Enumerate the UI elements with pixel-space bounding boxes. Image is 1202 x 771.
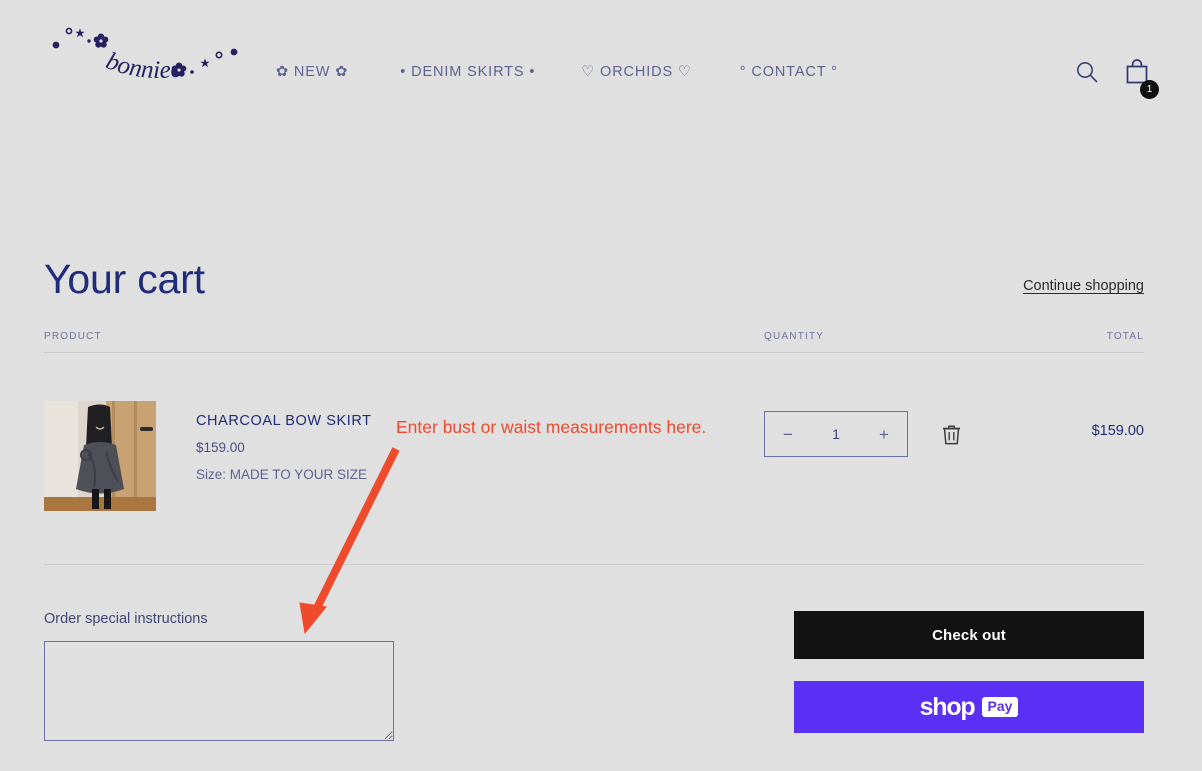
product-info: CHARCOAL BOW SKIRT $159.00 Size: MADE TO… [196,413,372,482]
nav-item-denim-skirts[interactable]: • DENIM SKIRTS • [366,64,553,80]
quantity-stepper[interactable]: − + [764,411,908,457]
shop-pay-wordmark: shop [919,692,976,721]
cart-section: Your cart Continue shopping PRODUCT QUAN… [44,240,1144,741]
checkout-button[interactable]: Check out [794,611,1144,659]
page-title: Your cart [44,256,205,302]
product-thumbnail[interactable] [44,401,156,511]
site-header: bonniee [0,0,1202,120]
nav-item-orchids[interactable]: ♡ ORCHIDS ♡ [553,64,710,80]
continue-shopping-link[interactable]: Continue shopping [1023,278,1144,300]
column-header-product: PRODUCT [44,331,102,342]
product-variant: Size: MADE TO YOUR SIZE [196,467,368,482]
nav-item-new[interactable]: ✿ NEW ✿ [276,64,366,80]
search-icon[interactable] [1075,60,1098,88]
cart-header-row: Your cart Continue shopping [44,240,1144,300]
cart-line-item: CHARCOAL BOW SKIRT $159.00 Size: MADE TO… [44,353,1144,565]
quantity-input[interactable] [811,425,861,443]
column-header-total: TOTAL [1106,331,1144,342]
product-price: $159.00 [196,440,245,455]
cart-footer: Order special instructions Check out sho… [44,611,1144,741]
order-notes-textarea[interactable] [44,641,394,741]
cart-icon[interactable]: 1 [1124,58,1159,99]
line-item-total: $159.00 [1091,423,1144,439]
quantity-controls: − + [764,411,965,457]
column-header-quantity: QUANTITY [764,331,825,342]
quantity-decrease-button[interactable]: − [765,412,811,456]
nav-item-contact[interactable]: ° CONTACT ° [710,64,856,80]
cart-page: bonniee [0,0,1202,771]
shop-pay-button[interactable]: shop Pay [794,681,1144,733]
site-logo[interactable]: bonniee [42,8,252,100]
shop-pay-pill: Pay [981,697,1019,717]
quantity-increase-button[interactable]: + [861,412,907,456]
remove-item-button[interactable] [938,420,965,449]
cart-column-headers: PRODUCT QUANTITY TOTAL [44,331,1144,353]
cart-count-badge: 1 [1140,80,1159,99]
main-nav: ✿ NEW ✿ • DENIM SKIRTS • ♡ ORCHIDS ♡ ° C… [276,64,856,80]
trash-icon [943,424,960,444]
checkout-actions: Check out shop Pay [794,611,1144,733]
header-actions: 1 [1075,58,1159,99]
svg-text:bonniee: bonniee [102,47,182,84]
product-title[interactable]: CHARCOAL BOW SKIRT [196,413,372,429]
